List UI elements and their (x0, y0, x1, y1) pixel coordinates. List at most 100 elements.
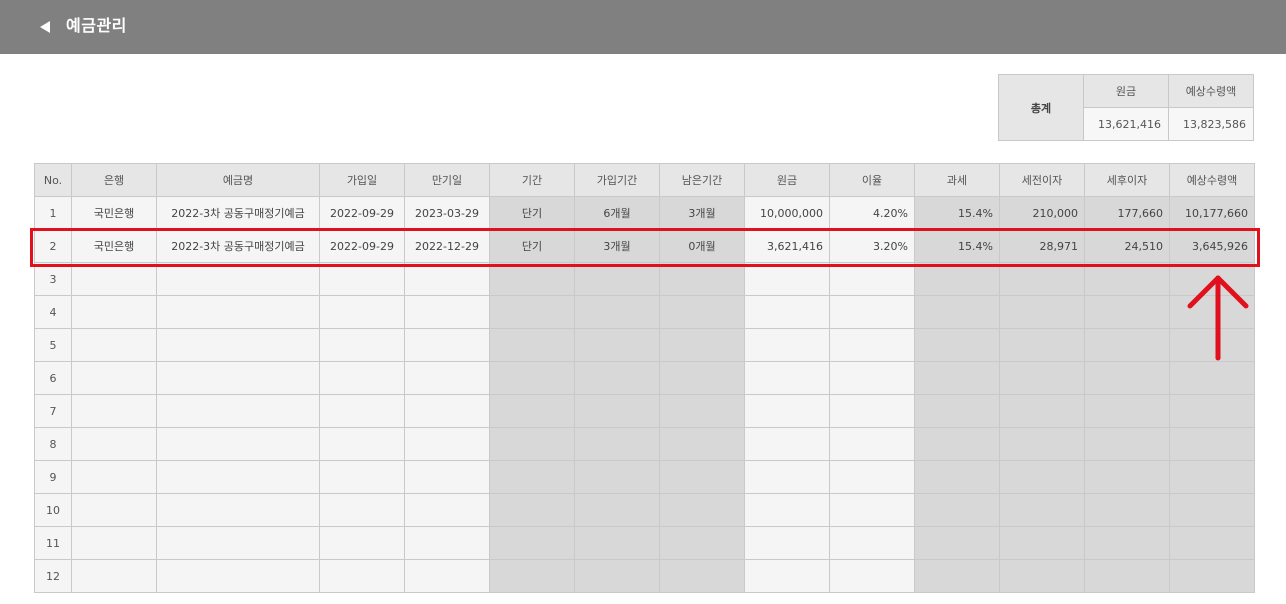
cell-bank: 국민은행 (71, 229, 157, 263)
column-header-no[interactable]: No. (34, 163, 72, 197)
cell-post-tax-interest (1084, 361, 1170, 395)
summary-expected-value: 13,823,586 (1168, 107, 1254, 141)
cell-interest-rate (829, 394, 915, 428)
cell-remaining-period (659, 328, 745, 362)
cell-bank (71, 427, 157, 461)
summary-principal-header: 원금 (1083, 74, 1169, 108)
cell-term: 단기 (489, 196, 575, 230)
cell-deposit-name (156, 427, 320, 461)
cell-pre-tax-interest (999, 361, 1085, 395)
cell-join-date (319, 526, 405, 560)
cell-remaining-period: 0개월 (659, 229, 745, 263)
cell-principal (744, 427, 830, 461)
cell-bank (71, 394, 157, 428)
cell-maturity-date (404, 559, 490, 593)
cell-remaining-period (659, 427, 745, 461)
table-row[interactable]: 3 (34, 262, 1255, 296)
cell-join-date (319, 262, 405, 296)
cell-principal (744, 328, 830, 362)
cell-remaining-period (659, 559, 745, 593)
column-header-remaining-period[interactable]: 남은기간 (659, 163, 745, 197)
column-header-tax[interactable]: 과세 (914, 163, 1000, 197)
column-header-deposit-name[interactable]: 예금명 (156, 163, 320, 197)
column-header-term[interactable]: 기간 (489, 163, 575, 197)
cell-join-period (574, 394, 660, 428)
cell-maturity-date (404, 295, 490, 329)
cell-tax: 15.4% (914, 196, 1000, 230)
cell-post-tax-interest (1084, 460, 1170, 494)
table-row[interactable]: 8 (34, 427, 1255, 461)
cell-principal (744, 295, 830, 329)
cell-deposit-name (156, 526, 320, 560)
cell-tax (914, 526, 1000, 560)
cell-remaining-period (659, 361, 745, 395)
cell-principal: 10,000,000 (744, 196, 830, 230)
cell-pre-tax-interest: 28,971 (999, 229, 1085, 263)
cell-no: 9 (34, 460, 72, 494)
cell-bank: 국민은행 (71, 196, 157, 230)
cell-pre-tax-interest (999, 427, 1085, 461)
table-row[interactable]: 10 (34, 493, 1255, 527)
table-row[interactable]: 2 국민은행 2022-3차 공동구매정기예금 2022-09-29 2022-12-2… (34, 229, 1255, 263)
cell-interest-rate (829, 262, 915, 296)
cell-join-date: 2022-09-29 (319, 229, 405, 263)
cell-expected-amount (1169, 493, 1255, 527)
red-up-arrow-icon (1186, 274, 1250, 366)
cell-bank (71, 559, 157, 593)
table-row[interactable]: 1 국민은행 2022-3차 공동구매정기예금 2022-09-29 2023-03-2… (34, 196, 1255, 230)
cell-expected-amount (1169, 427, 1255, 461)
page-title: 예금관리 (66, 16, 127, 35)
cell-join-date (319, 460, 405, 494)
back-arrow-icon[interactable] (38, 16, 52, 38)
cell-pre-tax-interest (999, 460, 1085, 494)
column-header-principal[interactable]: 원금 (744, 163, 830, 197)
table-row[interactable]: 5 (34, 328, 1255, 362)
cell-post-tax-interest (1084, 493, 1170, 527)
column-header-interest-rate[interactable]: 이율 (829, 163, 915, 197)
column-header-maturity-date[interactable]: 만기일 (404, 163, 490, 197)
cell-tax (914, 460, 1000, 494)
cell-no: 10 (34, 493, 72, 527)
table-row[interactable]: 9 (34, 460, 1255, 494)
cell-term (489, 328, 575, 362)
table-row[interactable]: 6 (34, 361, 1255, 395)
cell-principal (744, 559, 830, 593)
cell-expected-amount (1169, 559, 1255, 593)
cell-remaining-period (659, 460, 745, 494)
cell-join-date (319, 328, 405, 362)
cell-tax (914, 361, 1000, 395)
cell-post-tax-interest: 24,510 (1084, 229, 1170, 263)
column-header-join-date[interactable]: 가입일 (319, 163, 405, 197)
table-row[interactable]: 7 (34, 394, 1255, 428)
cell-remaining-period (659, 526, 745, 560)
cell-interest-rate (829, 526, 915, 560)
cell-expected-amount (1169, 460, 1255, 494)
cell-term (489, 361, 575, 395)
table-row[interactable]: 11 (34, 526, 1255, 560)
cell-tax (914, 295, 1000, 329)
cell-interest-rate (829, 328, 915, 362)
cell-interest-rate: 3.20% (829, 229, 915, 263)
cell-expected-amount (1169, 526, 1255, 560)
column-header-expected-amount[interactable]: 예상수령액 (1169, 163, 1255, 197)
table-row[interactable]: 4 (34, 295, 1255, 329)
table-header-row: No. 은행 예금명 가입일 만기일 기간 가입기간 남은기간 원금 이율 과세… (34, 163, 1255, 197)
column-header-join-period[interactable]: 가입기간 (574, 163, 660, 197)
cell-expected-amount: 10,177,660 (1169, 196, 1255, 230)
cell-expected-amount: 3,645,926 (1169, 229, 1255, 263)
cell-maturity-date (404, 526, 490, 560)
cell-pre-tax-interest (999, 493, 1085, 527)
cell-deposit-name (156, 394, 320, 428)
cell-term (489, 460, 575, 494)
column-header-post-tax-interest[interactable]: 세후이자 (1084, 163, 1170, 197)
cell-tax (914, 427, 1000, 461)
table-row[interactable]: 12 (34, 559, 1255, 593)
cell-pre-tax-interest (999, 559, 1085, 593)
column-header-pre-tax-interest[interactable]: 세전이자 (999, 163, 1085, 197)
cell-expected-amount (1169, 361, 1255, 395)
cell-interest-rate (829, 295, 915, 329)
column-header-bank[interactable]: 은행 (71, 163, 157, 197)
cell-principal (744, 361, 830, 395)
summary-expected-header: 예상수령액 (1168, 74, 1254, 108)
cell-deposit-name (156, 262, 320, 296)
